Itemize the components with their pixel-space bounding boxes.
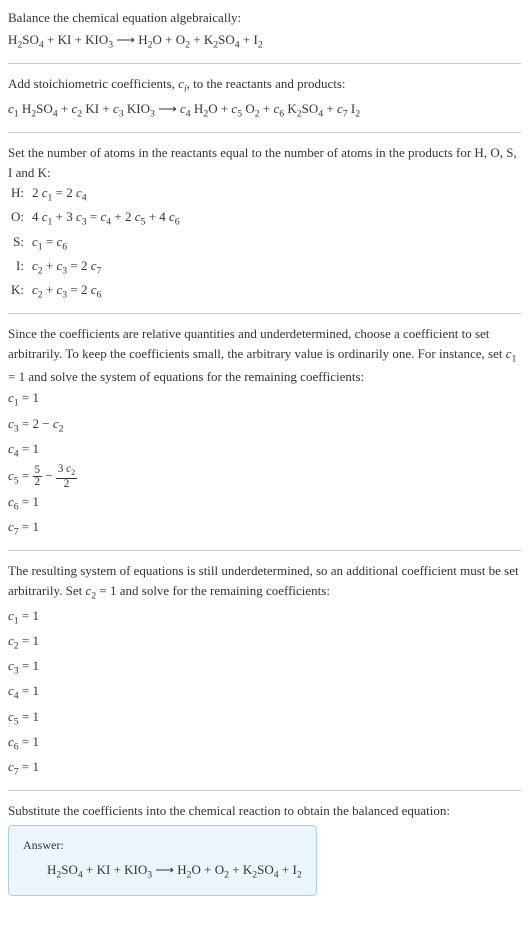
coef-row: c2 = 1 xyxy=(8,631,521,654)
atom-row-H: H: 2 c1 = 2 c4 xyxy=(8,183,521,206)
coef-row: c6 = 1 xyxy=(8,732,521,755)
coef-row: c5 = 1 xyxy=(8,707,521,730)
atom-row-O: O: 4 c1 + 3 c3 = c4 + 2 c5 + 4 c6 xyxy=(8,207,521,230)
coef-row: c1 = 1 xyxy=(8,606,521,629)
step2-equation: c1 H2SO4 + c2 KI + c3 KIO3 ⟶ c4 H2O + c5… xyxy=(8,99,521,122)
answer-equation: H2SO4 + KI + KIO3 ⟶ H2O + O2 + K2SO4 + I… xyxy=(23,860,302,883)
answer-label: Answer: xyxy=(23,836,302,854)
intro-section: Balance the chemical equation algebraica… xyxy=(8,8,521,53)
divider xyxy=(8,63,521,64)
intro-title: Balance the chemical equation algebraica… xyxy=(8,8,521,28)
divider xyxy=(8,790,521,791)
step3-title: Set the number of atoms in the reactants… xyxy=(8,143,521,182)
atom-row-I: I: c2 + c3 = 2 c7 xyxy=(8,256,521,279)
coef-row: c3 = 1 xyxy=(8,656,521,679)
coef-row: c6 = 1 xyxy=(8,492,521,515)
step6-section: Substitute the coefficients into the che… xyxy=(8,801,521,896)
coef-row-c5: c5 = 52 − 3 c22 xyxy=(8,464,521,490)
coef-row: c3 = 2 − c2 xyxy=(8,414,521,437)
step5-section: The resulting system of equations is sti… xyxy=(8,561,521,780)
coef-row: c4 = 1 xyxy=(8,439,521,462)
atom-row-S: S: c1 = c6 xyxy=(8,232,521,255)
step4-section: Since the coefficients are relative quan… xyxy=(8,324,521,540)
answer-box: Answer: H2SO4 + KI + KIO3 ⟶ H2O + O2 + K… xyxy=(8,825,317,896)
step5-title: The resulting system of equations is sti… xyxy=(8,561,521,604)
coef-row: c7 = 1 xyxy=(8,757,521,780)
step2-section: Add stoichiometric coefficients, ci, to … xyxy=(8,74,521,122)
divider xyxy=(8,313,521,314)
coef-row: c4 = 1 xyxy=(8,681,521,704)
step6-title: Substitute the coefficients into the che… xyxy=(8,801,521,821)
divider xyxy=(8,132,521,133)
coef-row: c1 = 1 xyxy=(8,388,521,411)
coef-row: c7 = 1 xyxy=(8,517,521,540)
step2-title: Add stoichiometric coefficients, ci, to … xyxy=(8,74,521,97)
intro-equation: H2SO4 + KI + KIO3 ⟶ H2O + O2 + K2SO4 + I… xyxy=(8,30,521,53)
step4-title: Since the coefficients are relative quan… xyxy=(8,324,521,386)
atom-row-K: K: c2 + c3 = 2 c6 xyxy=(8,280,521,303)
divider xyxy=(8,550,521,551)
step3-section: Set the number of atoms in the reactants… xyxy=(8,143,521,303)
